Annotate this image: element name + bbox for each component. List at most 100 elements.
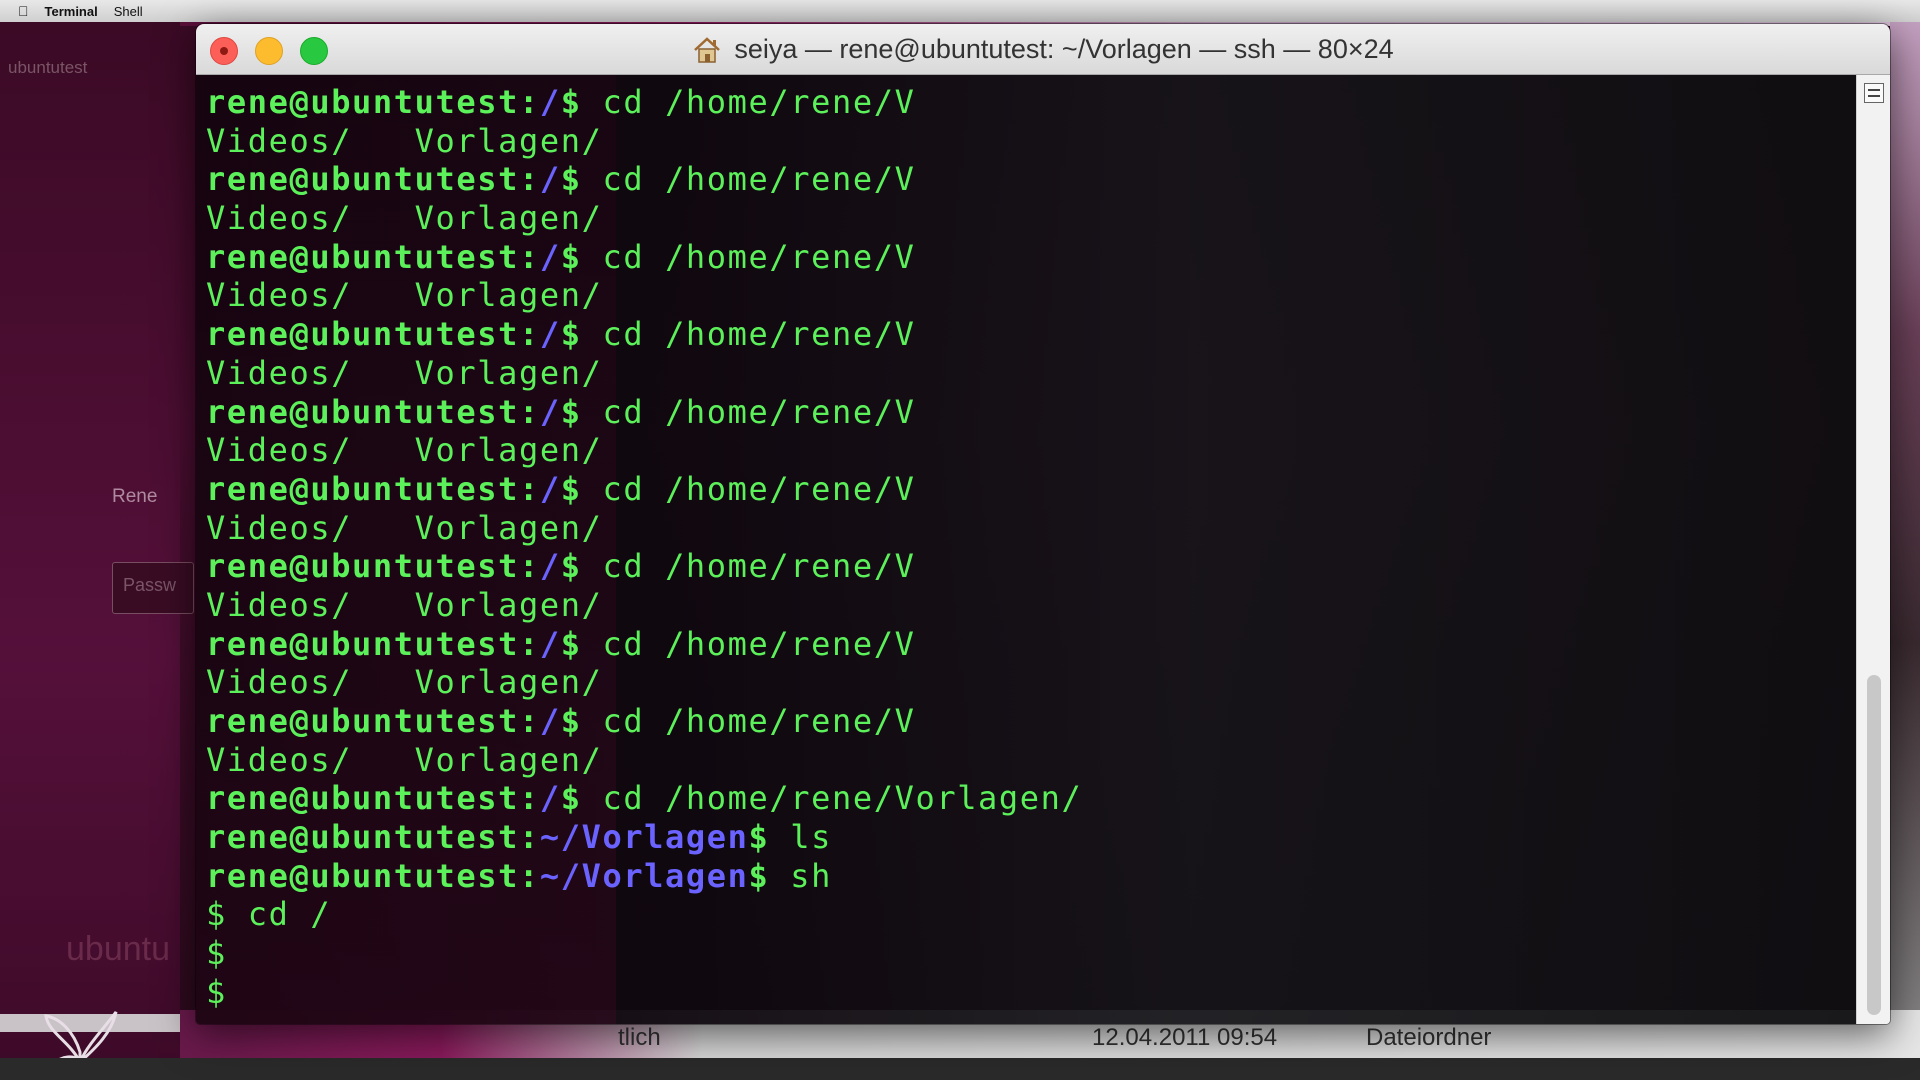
prompt-user-host: rene@ubuntutest: xyxy=(206,237,540,276)
ubuntu-watermark: ubuntu xyxy=(66,930,170,968)
prompt-command: cd /home/rene/V xyxy=(581,83,916,121)
prompt-dollar: $ xyxy=(560,392,582,431)
prompt-dollar: $ xyxy=(560,315,582,354)
terminal-prompt-line: rene@ubuntutest:/$ cd /home/rene/V xyxy=(206,470,1082,509)
terminal-prompt-line: rene@ubuntutest:~/Vorlagen$ sh xyxy=(206,857,1082,896)
prompt-command: cd /home/rene/V xyxy=(581,315,916,354)
terminal-output-line: Videos/ Vorlagen/ xyxy=(206,431,1082,470)
prompt-user-host: rene@ubuntutest: xyxy=(206,392,540,431)
terminal-window: seiya — rene@ubuntutest: ~/Vorlagen — ss… xyxy=(196,24,1890,1024)
terminal-prompt-line: rene@ubuntutest:/$ cd /home/rene/V xyxy=(206,702,1082,741)
prompt-path: / xyxy=(539,315,561,354)
login-hostname: ubuntutest xyxy=(8,58,88,77)
terminal-output-line: Videos/ Vorlagen/ xyxy=(206,586,1082,625)
terminal-prompt-line: rene@ubuntutest:/$ cd /home/rene/V xyxy=(206,160,1082,199)
output-text: $ xyxy=(206,934,227,973)
terminal-prompt-line: rene@ubuntutest:/$ cd /home/rene/V xyxy=(206,315,1082,354)
output-text: Videos/ Vorlagen/ xyxy=(206,740,603,779)
prompt-command: cd /home/rene/V xyxy=(581,547,916,586)
terminal-lines: rene@ubuntutest:/$ cd /home/rene/V Videos… xyxy=(206,83,1082,1012)
prompt-path: / xyxy=(539,547,561,586)
prompt-command: cd /home/rene/V xyxy=(581,237,916,276)
output-text: $ cd / xyxy=(206,895,332,934)
prompt-dollar: $ xyxy=(560,237,582,276)
output-text: $ xyxy=(206,972,227,1011)
terminal-output-line: Videos/ Vorlagen/ xyxy=(206,354,1082,393)
prompt-dollar: $ xyxy=(560,547,582,586)
terminal-output-line: Videos/ Vorlagen/ xyxy=(206,663,1082,702)
terminal-prompt-line: rene@ubuntutest:/$ cd /home/rene/Vorlage… xyxy=(206,779,1082,818)
prompt-dollar: $ xyxy=(560,779,582,818)
background-bottom-strip xyxy=(0,1058,1920,1080)
prompt-dollar: $ xyxy=(560,469,582,508)
window-title: seiya — rene@ubuntutest: ~/Vorlagen — ss… xyxy=(196,24,1890,74)
prompt-command: ls xyxy=(769,818,832,857)
finder-kind: Dateiordner xyxy=(1366,1024,1492,1051)
apple-icon[interactable]:  xyxy=(18,3,29,19)
login-user-label: Rene xyxy=(112,486,158,507)
prompt-path: / xyxy=(539,469,561,508)
prompt-command: cd /home/rene/V xyxy=(581,469,916,508)
prompt-dollar: $ xyxy=(560,702,582,740)
terminal-output[interactable]: rene@ubuntutest:/$ cd /home/rene/V Videos… xyxy=(196,75,1856,1024)
terminal-prompt-line: rene@ubuntutest:/$ cd /home/rene/V xyxy=(206,83,1082,122)
prompt-path: ~/Vorlagen xyxy=(539,856,749,895)
prompt-command: cd /home/rene/V xyxy=(581,624,916,663)
split-view-icon[interactable] xyxy=(1864,83,1884,103)
prompt-user-host: rene@ubuntutest: xyxy=(206,856,540,895)
menu-bar:  Terminal Shell xyxy=(0,0,1920,22)
window-title-text: seiya — rene@ubuntutest: ~/Vorlagen — ss… xyxy=(734,33,1394,64)
prompt-dollar: $ xyxy=(748,856,770,895)
prompt-path: / xyxy=(539,83,561,121)
prompt-user-host: rene@ubuntutest: xyxy=(206,469,540,508)
prompt-dollar: $ xyxy=(560,83,582,121)
prompt-dollar: $ xyxy=(560,624,582,663)
terminal-prompt-line: rene@ubuntutest:/$ cd /home/rene/V xyxy=(206,238,1082,277)
output-text: Videos/ Vorlagen/ xyxy=(206,663,603,702)
output-text: Videos/ Vorlagen/ xyxy=(206,585,603,624)
finder-date: 12.04.2011 09:54 xyxy=(1092,1024,1278,1051)
terminal-output-line: Videos/ Vorlagen/ xyxy=(206,122,1082,161)
vertical-scrollbar[interactable] xyxy=(1856,75,1890,1024)
prompt-user-host: rene@ubuntutest: xyxy=(206,547,540,586)
finder-kind-partial: tlich xyxy=(618,1024,661,1051)
prompt-dollar: $ xyxy=(560,160,582,199)
prompt-user-host: rene@ubuntutest: xyxy=(206,83,540,121)
title-bar[interactable]: seiya — rene@ubuntutest: ~/Vorlagen — ss… xyxy=(196,24,1890,75)
prompt-path: / xyxy=(539,237,561,276)
terminal-output-line: $ cd / xyxy=(206,895,1082,934)
prompt-path: ~/Vorlagen xyxy=(539,818,749,857)
prompt-path: / xyxy=(539,779,561,818)
terminal-output-line: Videos/ Vorlagen/ xyxy=(206,199,1082,238)
prompt-user-host: rene@ubuntutest: xyxy=(206,624,540,663)
terminal-output-line: Videos/ Vorlagen/ xyxy=(206,741,1082,780)
output-text: Videos/ Vorlagen/ xyxy=(206,508,603,547)
prompt-user-host: rene@ubuntutest: xyxy=(206,818,540,857)
prompt-user-host: rene@ubuntutest: xyxy=(206,315,540,354)
prompt-user-host: rene@ubuntutest: xyxy=(206,702,540,740)
prompt-command: cd /home/rene/V xyxy=(581,392,916,431)
menu-item-terminal[interactable]: Terminal xyxy=(45,4,98,19)
terminal-prompt-line: rene@ubuntutest:/$ cd /home/rene/V xyxy=(206,625,1082,664)
background-login-screen: ubuntutest Rene Passw ubuntu xyxy=(0,22,194,1080)
prompt-path: / xyxy=(539,160,561,199)
prompt-command: cd /home/rene/V xyxy=(581,702,916,740)
terminal-output-line: Videos/ Vorlagen/ xyxy=(206,509,1082,548)
output-text: Videos/ Vorlagen/ xyxy=(206,121,603,160)
terminal-prompt-line: rene@ubuntutest:~/Vorlagen$ ls xyxy=(206,818,1082,857)
terminal-output-line: $ xyxy=(206,934,1082,973)
background-desktop-right xyxy=(1890,22,1920,1058)
menu-item-shell[interactable]: Shell xyxy=(114,4,143,19)
output-text: Videos/ Vorlagen/ xyxy=(206,431,603,470)
terminal-prompt-line: rene@ubuntutest:/$ cd /home/rene/V xyxy=(206,547,1082,586)
terminal-prompt-line: rene@ubuntutest:/$ cd /home/rene/V xyxy=(206,393,1082,432)
terminal-output-line: Videos/ Vorlagen/ xyxy=(206,276,1082,315)
output-text: Videos/ Vorlagen/ xyxy=(206,199,603,238)
prompt-command: cd /home/rene/V xyxy=(581,160,916,199)
home-icon xyxy=(694,37,721,63)
terminal-output-line: $ xyxy=(206,973,1082,1012)
prompt-path: / xyxy=(539,624,561,663)
login-password-field[interactable]: Passw xyxy=(112,562,194,614)
output-text: Videos/ Vorlagen/ xyxy=(206,276,603,315)
scrollbar-thumb[interactable] xyxy=(1867,675,1881,1015)
